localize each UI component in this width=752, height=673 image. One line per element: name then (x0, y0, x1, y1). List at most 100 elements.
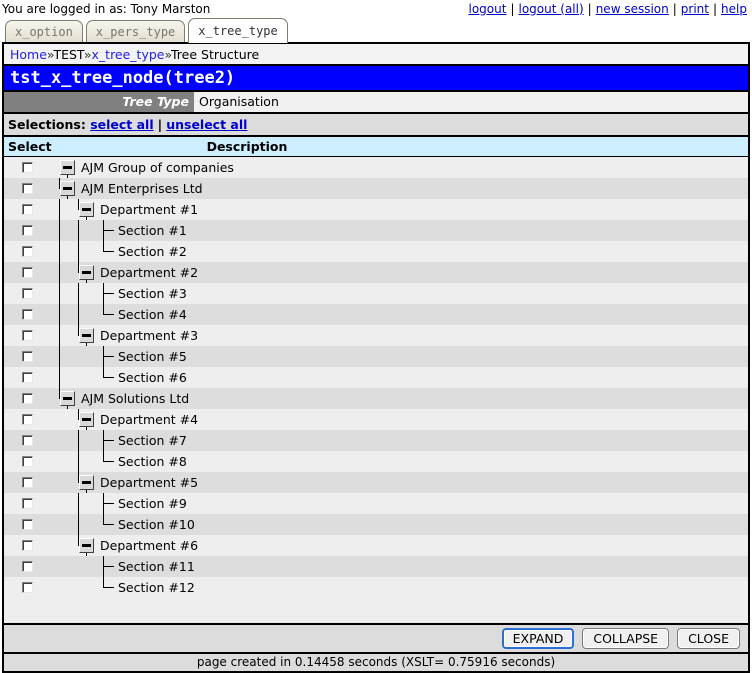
breadcrumb-link-tree-type[interactable]: x_tree_type (92, 47, 165, 62)
tree-row[interactable]: Section #12 (4, 577, 748, 598)
tree-node-cell: Section #10 (50, 514, 748, 535)
tree-node-label[interactable]: Department #5 (96, 475, 198, 490)
column-header-row: Select Description (4, 137, 748, 157)
tree-node-label[interactable]: Section #2 (114, 244, 187, 259)
tree-row[interactable]: Department #6 (4, 535, 748, 556)
tree-row[interactable]: Department #5 (4, 472, 748, 493)
nav-link-logout-all[interactable]: logout (all) (518, 2, 585, 16)
tree-guide-line (103, 566, 114, 567)
row-select-checkbox[interactable] (22, 435, 33, 446)
collapse-minus-icon[interactable] (79, 202, 94, 217)
row-select-checkbox[interactable] (22, 498, 33, 509)
tree-row[interactable]: Section #3 (4, 283, 748, 304)
tree-node-label[interactable]: Department #1 (96, 202, 198, 217)
tree-node-label[interactable]: Section #11 (114, 559, 195, 574)
collapse-button[interactable]: COLLAPSE (582, 628, 670, 649)
tree-row[interactable]: AJM Enterprises Ltd (4, 178, 748, 199)
tree-node-label[interactable]: Section #12 (114, 580, 195, 595)
tree-node-label[interactable]: Department #2 (96, 265, 198, 280)
row-select-cell (4, 351, 50, 362)
nav-link-new-session[interactable]: new session (595, 2, 670, 16)
tree-node-label[interactable]: Section #5 (114, 349, 187, 364)
tree-node-label[interactable]: AJM Enterprises Ltd (77, 181, 203, 196)
tree-node-label[interactable]: AJM Group of companies (77, 160, 234, 175)
row-select-checkbox[interactable] (22, 582, 33, 593)
expand-button[interactable]: EXPAND (501, 628, 575, 649)
row-select-checkbox[interactable] (22, 225, 33, 236)
tree-node-label[interactable]: Department #4 (96, 412, 198, 427)
row-select-checkbox[interactable] (22, 456, 33, 467)
row-select-checkbox[interactable] (22, 330, 33, 341)
select-all-link[interactable]: select all (90, 117, 153, 132)
row-select-checkbox[interactable] (22, 477, 33, 488)
row-select-checkbox[interactable] (22, 288, 33, 299)
tree-node-cell: AJM Group of companies (50, 157, 748, 178)
tree-row[interactable]: Department #4 (4, 409, 748, 430)
collapse-minus-icon[interactable] (79, 265, 94, 280)
tree-node-label[interactable]: Department #6 (96, 538, 198, 553)
row-select-checkbox[interactable] (22, 540, 33, 551)
tab-x_option[interactable]: x_option (5, 20, 83, 43)
row-select-checkbox[interactable] (22, 372, 33, 383)
row-select-checkbox[interactable] (22, 162, 33, 173)
tree-node-label[interactable]: Section #3 (114, 286, 187, 301)
collapse-minus-icon[interactable] (60, 160, 75, 175)
tree-node-label[interactable]: Section #8 (114, 454, 187, 469)
collapse-minus-icon[interactable] (60, 391, 75, 406)
tree-row[interactable]: Department #2 (4, 262, 748, 283)
tree-row[interactable]: AJM Solutions Ltd (4, 388, 748, 409)
collapse-minus-icon[interactable] (79, 412, 94, 427)
row-select-checkbox[interactable] (22, 519, 33, 530)
tree-row[interactable]: Section #11 (4, 556, 748, 577)
tree-row[interactable]: Section #2 (4, 241, 748, 262)
close-button[interactable]: CLOSE (677, 628, 740, 649)
nav-link-help[interactable]: help (720, 2, 748, 16)
tree-node-label[interactable]: Section #7 (114, 433, 187, 448)
tree-node-label[interactable]: Section #6 (114, 370, 187, 385)
tree-row[interactable]: Department #1 (4, 199, 748, 220)
tree-guide-line (59, 325, 60, 346)
row-select-checkbox[interactable] (22, 309, 33, 320)
tree-guide-line (103, 356, 114, 357)
row-select-checkbox[interactable] (22, 561, 33, 572)
row-select-checkbox[interactable] (22, 183, 33, 194)
tree-node-label[interactable]: Section #10 (114, 517, 195, 532)
tree-row[interactable]: Section #7 (4, 430, 748, 451)
row-select-checkbox[interactable] (22, 204, 33, 215)
tree-row[interactable]: Section #1 (4, 220, 748, 241)
tree-row[interactable]: Section #5 (4, 346, 748, 367)
tree-row[interactable]: Department #3 (4, 325, 748, 346)
tree-node-label[interactable]: Section #9 (114, 496, 187, 511)
tree-node-cell: Department #6 (50, 535, 748, 556)
tree-node-label[interactable]: Section #1 (114, 223, 187, 238)
collapse-minus-icon[interactable] (79, 538, 94, 553)
tree-node-label[interactable]: Department #3 (96, 328, 198, 343)
row-select-cell (4, 372, 50, 383)
unselect-all-link[interactable]: unselect all (166, 117, 247, 132)
row-select-checkbox[interactable] (22, 414, 33, 425)
tree-row[interactable]: Section #10 (4, 514, 748, 535)
tab-x_pers_type[interactable]: x_pers_type (85, 20, 186, 43)
collapse-minus-icon[interactable] (60, 181, 75, 196)
tree-row[interactable]: Section #8 (4, 451, 748, 472)
row-select-checkbox[interactable] (22, 393, 33, 404)
tree-row[interactable]: Section #4 (4, 304, 748, 325)
breadcrumb-link-home[interactable]: Home (10, 47, 47, 62)
tab-x_tree_type[interactable]: x_tree_type (188, 18, 288, 43)
tree-row[interactable]: Section #6 (4, 367, 748, 388)
row-select-checkbox[interactable] (22, 267, 33, 278)
tree-node-label[interactable]: Section #4 (114, 307, 187, 322)
row-select-checkbox[interactable] (22, 351, 33, 362)
tree-node-label[interactable]: AJM Solutions Ltd (77, 391, 189, 406)
tree-elbow-connector (96, 514, 114, 535)
row-select-checkbox[interactable] (22, 246, 33, 257)
tree-row[interactable]: Section #9 (4, 493, 748, 514)
nav-link-print[interactable]: print (680, 2, 710, 16)
tree-row[interactable]: AJM Group of companies (4, 157, 748, 178)
collapse-minus-icon[interactable] (79, 475, 94, 490)
nav-link-logout[interactable]: logout (468, 2, 508, 16)
tree-guide-line (59, 283, 60, 304)
tree-node-cell: Section #7 (50, 430, 748, 451)
collapse-minus-icon[interactable] (79, 328, 94, 343)
